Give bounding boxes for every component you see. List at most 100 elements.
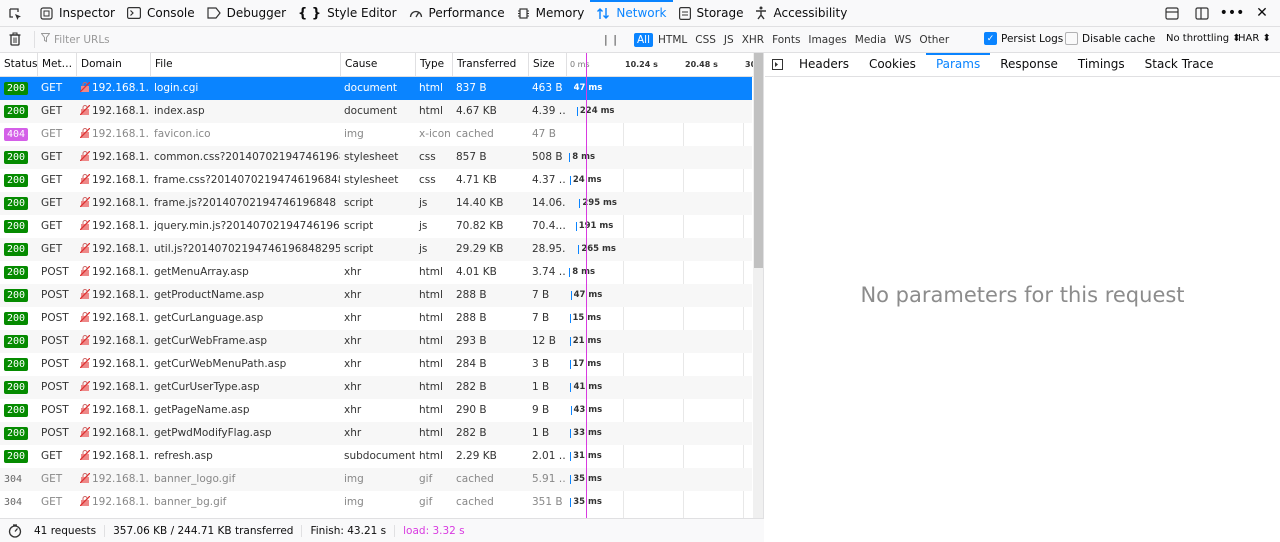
details-tab-params[interactable]: Params <box>925 53 991 76</box>
tab-inspector[interactable]: Inspector <box>34 0 121 26</box>
insecure-lock-icon <box>79 78 91 93</box>
cell-method: GET <box>41 496 63 508</box>
cell-method: GET <box>41 197 63 209</box>
table-row[interactable]: 200 GET 192.168.1… common.css?2014070219474… <box>0 146 752 169</box>
element-picker-icon[interactable] <box>6 5 24 23</box>
clear-requests-icon[interactable] <box>9 32 21 49</box>
style-editor-icon: { } <box>298 5 322 21</box>
cell-type: html <box>419 266 443 278</box>
throttling-select[interactable]: No throttling ⬍ <box>1166 33 1241 44</box>
cell-type: html <box>419 105 443 117</box>
table-row[interactable]: 200 GET 192.168.1… frame.css?20140702194746… <box>0 169 752 192</box>
details-tab-response[interactable]: Response <box>990 53 1068 76</box>
tab-performance[interactable]: Performance <box>403 0 511 26</box>
table-row[interactable]: 200 POST 192.168.1… getCurLanguage.asp xhr ht… <box>0 307 752 330</box>
status-badge: 304 <box>4 474 23 485</box>
cell-cause: xhr <box>344 358 362 370</box>
table-row[interactable]: 200 GET 192.168.1… frame.js?201407021947461… <box>0 192 752 215</box>
filter-all-button[interactable]: All <box>634 33 654 47</box>
status-badge: 200 <box>4 404 29 417</box>
table-row[interactable]: 200 GET 192.168.1… refresh.asp subdocument ht… <box>0 445 752 468</box>
filter-fonts-button[interactable]: Fonts <box>769 33 803 47</box>
table-row[interactable]: 404 GET 192.168.1… favicon.ico img x-icon cach… <box>0 123 752 146</box>
dock-side-icon[interactable] <box>1192 4 1212 22</box>
filter-urls-input[interactable]: Filter URLs <box>34 31 594 48</box>
close-icon[interactable]: ✕ <box>1252 4 1272 22</box>
filter-images-button[interactable]: Images <box>805 33 849 47</box>
tab-console[interactable]: Console <box>121 0 201 26</box>
column-size[interactable]: Size <box>528 53 566 76</box>
column-file[interactable]: File <box>150 53 340 76</box>
tab-debugger[interactable]: Debugger <box>201 0 292 26</box>
tab-accessibility[interactable]: Accessibility <box>749 0 853 26</box>
column-status[interactable]: Status <box>0 53 37 76</box>
scrollbar-thumb[interactable] <box>754 53 763 268</box>
pause-recording-button[interactable]: | | <box>604 33 618 46</box>
table-row[interactable]: 200 GET 192.168.1… util.js?2014070219474619… <box>0 238 752 261</box>
cell-transferred: 14.40 KB <box>456 197 504 209</box>
table-row[interactable]: 304 GET 192.168.1… banner_logo.gif img gif cac… <box>0 468 752 491</box>
cell-cause: script <box>344 220 374 232</box>
table-row[interactable]: 200 GET 192.168.1… jquery.min.js?2014070219… <box>0 215 752 238</box>
load-time: load: 3.32 s <box>394 524 473 537</box>
toggle-sidebar-icon[interactable] <box>765 59 789 70</box>
table-row[interactable]: 200 POST 192.168.1… getCurUserType.asp xhr ht… <box>0 376 752 399</box>
details-tab-headers[interactable]: Headers <box>789 53 859 76</box>
table-row[interactable]: 200 POST 192.168.1… getCurWebMenuPath.asp xh… <box>0 353 752 376</box>
cell-transferred: cached <box>456 496 494 508</box>
cell-file: getProductName.asp <box>154 289 264 301</box>
column-cause[interactable]: Cause <box>340 53 415 76</box>
filter-css-button[interactable]: CSS <box>692 33 719 47</box>
column-waterfall[interactable]: 0 ms 10.24 s 20.48 s 30 <box>566 53 753 76</box>
table-row[interactable]: 304 GET 192.168.1… banner_bg.gif img gif cache… <box>0 491 752 514</box>
waterfall-bar <box>579 199 581 208</box>
cell-status: 200 <box>0 307 37 330</box>
cell-size: 9 B <box>532 404 550 416</box>
cell-cause: img <box>344 473 364 485</box>
cell-status: 200 <box>0 422 37 445</box>
more-options-icon[interactable]: ••• <box>1220 4 1245 22</box>
cell-file: getCurWebFrame.asp <box>154 335 268 347</box>
filter-other-button[interactable]: Other <box>916 33 952 47</box>
column-method[interactable]: Met… <box>37 53 76 76</box>
cell-status: 304 <box>0 491 37 514</box>
table-row[interactable]: 200 POST 192.168.1… getProductName.asp xhr ht… <box>0 284 752 307</box>
request-list-scrollbar[interactable] <box>753 53 763 518</box>
cell-type: html <box>419 82 443 94</box>
performance-analysis-icon[interactable] <box>8 523 22 538</box>
filter-media-button[interactable]: Media <box>852 33 890 47</box>
filter-ws-button[interactable]: WS <box>891 33 914 47</box>
insecure-lock-icon <box>79 446 91 461</box>
tab-storage[interactable]: Storage <box>673 0 750 26</box>
table-row[interactable]: 200 POST 192.168.1… getPageName.asp xhr html 2… <box>0 399 752 422</box>
persist-logs-label: Persist Logs <box>1001 32 1064 45</box>
disable-cache-checkbox[interactable]: Disable cache <box>1065 32 1155 45</box>
column-domain[interactable]: Domain <box>76 53 150 76</box>
details-tab-cookies[interactable]: Cookies <box>859 53 926 76</box>
cell-transferred: 293 B <box>456 335 487 347</box>
cell-domain: 192.168.1… <box>76 123 150 146</box>
table-row[interactable]: 200 GET 192.168.1… login.cgi document html 837… <box>0 77 752 100</box>
table-row[interactable]: 200 GET 192.168.1… index.asp document html 4.6… <box>0 100 752 123</box>
column-type[interactable]: Type <box>415 53 452 76</box>
column-transferred[interactable]: Transferred <box>452 53 528 76</box>
split-console-icon[interactable] <box>1162 4 1182 22</box>
table-row[interactable]: 200 POST 192.168.1… getMenuArray.asp xhr html… <box>0 261 752 284</box>
persist-logs-checkbox[interactable]: ✓ Persist Logs <box>984 32 1063 45</box>
filter-html-button[interactable]: HTML <box>655 33 690 47</box>
har-menu[interactable]: HAR ⬍ <box>1238 33 1271 44</box>
details-tab-timings[interactable]: Timings <box>1068 53 1135 76</box>
details-tab-stack-trace[interactable]: Stack Trace <box>1135 53 1224 76</box>
tab-memory[interactable]: Memory <box>511 0 591 26</box>
filter-xhr-button[interactable]: XHR <box>739 33 767 47</box>
tab-network[interactable]: Network <box>590 0 673 26</box>
table-row[interactable]: 200 POST 192.168.1… getCurWebFrame.asp xhr ht… <box>0 330 752 353</box>
cell-cause: stylesheet <box>344 174 399 186</box>
cell-size: 7 B <box>532 312 550 324</box>
table-row[interactable]: 200 POST 192.168.1… getPwdModifyFlag.asp xhr… <box>0 422 752 445</box>
domain-text: 192.168.1… <box>92 381 150 393</box>
cell-method: GET <box>41 174 63 186</box>
cell-cause: xhr <box>344 427 362 439</box>
tab-style-editor[interactable]: { } Style Editor <box>292 0 403 26</box>
filter-js-button[interactable]: JS <box>721 33 737 47</box>
